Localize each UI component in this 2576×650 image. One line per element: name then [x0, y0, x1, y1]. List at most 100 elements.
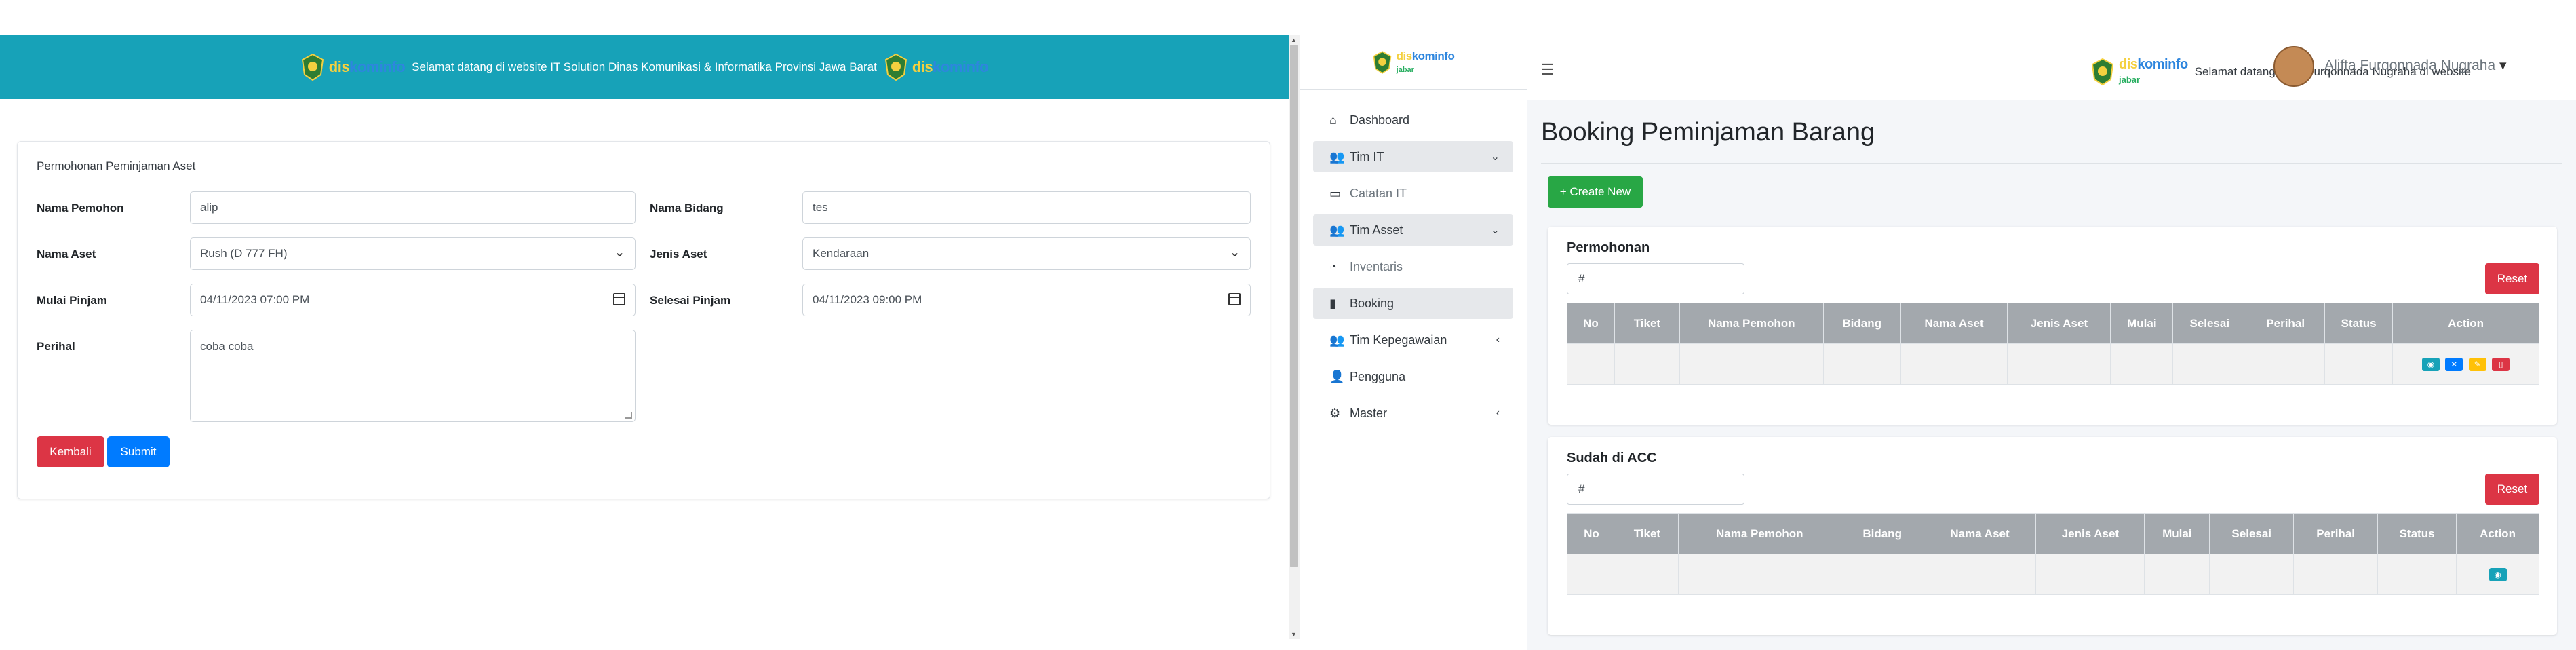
welcome-banner: diskominfo Selamat datang di website IT … — [0, 35, 1289, 99]
calendar-icon[interactable] — [613, 293, 625, 305]
users-icon: 👥 — [1329, 223, 1345, 237]
nama-bidang-input[interactable]: tes — [802, 191, 1251, 224]
bookmark-icon: ▮ — [1329, 296, 1336, 310]
hamburger-menu-icon[interactable]: ☰ — [1541, 61, 1555, 79]
diskominfo-logo: diskominfo — [884, 53, 989, 81]
sidebar-item-inventaris[interactable]: ◔ Inventaris — [1313, 251, 1513, 282]
column-header[interactable]: Bidang — [1840, 513, 1924, 554]
permohonan-card: Permohonan # Reset No Tiket Nama Pemohon… — [1548, 227, 2557, 425]
column-header[interactable]: Nama Aset — [1923, 513, 2037, 554]
column-header[interactable]: Selesai — [2209, 513, 2295, 554]
perihal-textarea[interactable]: coba coba — [190, 330, 636, 422]
column-header[interactable]: Bidang — [1822, 303, 1901, 344]
sidebar: diskominfo jabar ⌂ Dashboard 👥 Tim IT ⌄ … — [1300, 35, 1527, 650]
selesai-pinjam-label: Selesai Pinjam — [650, 294, 731, 307]
user-menu[interactable]: Alifta Furqonnada Nugraha ▾ — [2324, 57, 2507, 74]
column-header[interactable]: Selesai — [2172, 303, 2247, 344]
mulai-pinjam-value: 04/11/2023 07:00 PM — [200, 293, 310, 306]
user-name: Alifta Furqonnada Nugraha — [2324, 58, 2496, 73]
column-header[interactable]: Jenis Aset — [2035, 513, 2145, 554]
scroll-down-arrow-icon[interactable]: ▼ — [1291, 631, 1297, 638]
column-header[interactable]: Mulai — [2144, 513, 2210, 554]
action-cell: ◉ — [2456, 554, 2539, 595]
mulai-pinjam-label: Mulai Pinjam — [37, 294, 107, 307]
diskominfo-logo: diskominfo — [300, 53, 406, 81]
home-icon: ⌂ — [1329, 113, 1337, 127]
table-header-row: No Tiket Nama Pemohon Bidang Nama Aset J… — [1567, 303, 2539, 344]
jenis-aset-select[interactable]: Kendaraan — [802, 237, 1251, 270]
sidebar-item-label: Master — [1350, 406, 1388, 420]
scroll-up-arrow-icon[interactable]: ▲ — [1291, 37, 1297, 43]
sidebar-item-label: Tim Kepegawaian — [1350, 332, 1447, 347]
calendar-icon[interactable] — [1228, 293, 1241, 305]
table-row: ◉ — [1567, 554, 2539, 595]
column-header[interactable]: Mulai — [2110, 303, 2174, 344]
sidebar-item-booking[interactable]: ▮ Booking — [1313, 288, 1513, 319]
submit-button[interactable]: Submit — [107, 436, 170, 467]
jabar-emblem-icon — [1373, 50, 1392, 74]
column-header[interactable]: Tiket — [1614, 303, 1680, 344]
sidebar-item-catatan-it[interactable]: ▭ Catatan IT — [1313, 178, 1513, 209]
jabar-emblem-icon — [301, 53, 324, 81]
perihal-value: coba coba — [200, 340, 254, 353]
approve-icon[interactable]: ✕ — [2445, 357, 2463, 371]
banner-text: Selamat datang di website IT Solution Di… — [412, 60, 877, 73]
avatar[interactable] — [2273, 46, 2314, 87]
edit-icon[interactable]: ✎ — [2468, 357, 2486, 371]
column-header[interactable]: No — [1567, 303, 1615, 344]
column-header[interactable]: Tiket — [1615, 513, 1679, 554]
column-header[interactable]: Action — [2456, 513, 2539, 554]
scrollbar-thumb[interactable] — [1290, 45, 1298, 567]
sidebar-item-label: Inventaris — [1350, 259, 1403, 273]
column-header[interactable]: Nama Pemohon — [1679, 303, 1824, 344]
users-icon: 👥 — [1329, 149, 1345, 164]
search-input[interactable]: # — [1567, 474, 1744, 505]
column-header[interactable]: Nama Pemohon — [1677, 513, 1841, 554]
view-eye-icon[interactable]: ◉ — [2421, 357, 2440, 371]
reset-button[interactable]: Reset — [2485, 474, 2539, 505]
selesai-pinjam-input[interactable]: 04/11/2023 09:00 PM — [802, 284, 1251, 316]
create-new-button[interactable]: + Create New — [1548, 176, 1643, 208]
diskominfo-logo: diskominfo jabar — [2090, 57, 2188, 86]
chevron-left-icon: ‹ — [1496, 407, 1500, 419]
sidebar-item-tim-kepegawaian[interactable]: 👥 Tim Kepegawaian ‹ — [1313, 324, 1513, 356]
nama-pemohon-label: Nama Pemohon — [37, 202, 124, 214]
nama-pemohon-input[interactable]: alip — [190, 191, 636, 224]
jenis-aset-label: Jenis Aset — [650, 248, 707, 261]
nama-aset-select[interactable]: Rush (D 777 FH) — [190, 237, 636, 270]
selesai-pinjam-value: 04/11/2023 09:00 PM — [813, 293, 922, 306]
users-icon: 👥 — [1329, 332, 1345, 347]
column-header[interactable]: No — [1567, 513, 1616, 554]
column-header[interactable]: Status — [2324, 303, 2394, 344]
jabar-emblem-icon — [2091, 58, 2114, 85]
sidebar-item-dashboard[interactable]: ⌂ Dashboard — [1313, 104, 1513, 136]
mulai-pinjam-input[interactable]: 04/11/2023 07:00 PM — [190, 284, 636, 316]
column-header[interactable]: Jenis Aset — [2007, 303, 2111, 344]
column-header[interactable]: Status — [2377, 513, 2457, 554]
sidebar-item-tim-asset[interactable]: 👥 Tim Asset ⌄ — [1313, 214, 1513, 246]
right-browser-pane: diskominfo jabar ⌂ Dashboard 👥 Tim IT ⌄ … — [1300, 35, 2576, 650]
sidebar-item-label: Booking — [1350, 296, 1394, 310]
permohonan-table: No Tiket Nama Pemohon Bidang Nama Aset J… — [1567, 303, 2539, 385]
sidebar-item-label: Catatan IT — [1350, 186, 1407, 200]
sidebar-item-label: Pengguna — [1350, 369, 1406, 383]
view-eye-icon[interactable]: ◉ — [2489, 567, 2507, 581]
column-header[interactable]: Perihal — [2293, 513, 2379, 554]
kembali-button[interactable]: Kembali — [37, 436, 104, 467]
column-header[interactable]: Nama Aset — [1900, 303, 2008, 344]
reset-button[interactable]: Reset — [2485, 263, 2539, 294]
search-input[interactable]: # — [1567, 263, 1744, 294]
column-header[interactable]: Perihal — [2246, 303, 2326, 344]
column-header[interactable]: Action — [2392, 303, 2539, 344]
left-scrollbar[interactable]: ▲ ▼ — [1289, 35, 1300, 639]
page-title: Booking Peminjaman Barang — [1541, 118, 1875, 147]
sidebar-item-pengguna[interactable]: 👤 Pengguna — [1313, 361, 1513, 392]
sidebar-item-tim-it[interactable]: 👥 Tim IT ⌄ — [1313, 141, 1513, 172]
action-cell: ◉ ✕ ✎ ▯ — [2392, 343, 2539, 385]
main-content: Booking Peminjaman Barang + Create New P… — [1527, 100, 2576, 650]
table-row: ◉ ✕ ✎ ▯ — [1567, 343, 2539, 385]
delete-trash-icon[interactable]: ▯ — [2492, 357, 2510, 371]
sidebar-brand[interactable]: diskominfo jabar — [1300, 35, 1527, 90]
resize-handle-icon[interactable] — [625, 412, 632, 419]
sidebar-item-master[interactable]: ⚙ Master ‹ — [1313, 398, 1513, 429]
